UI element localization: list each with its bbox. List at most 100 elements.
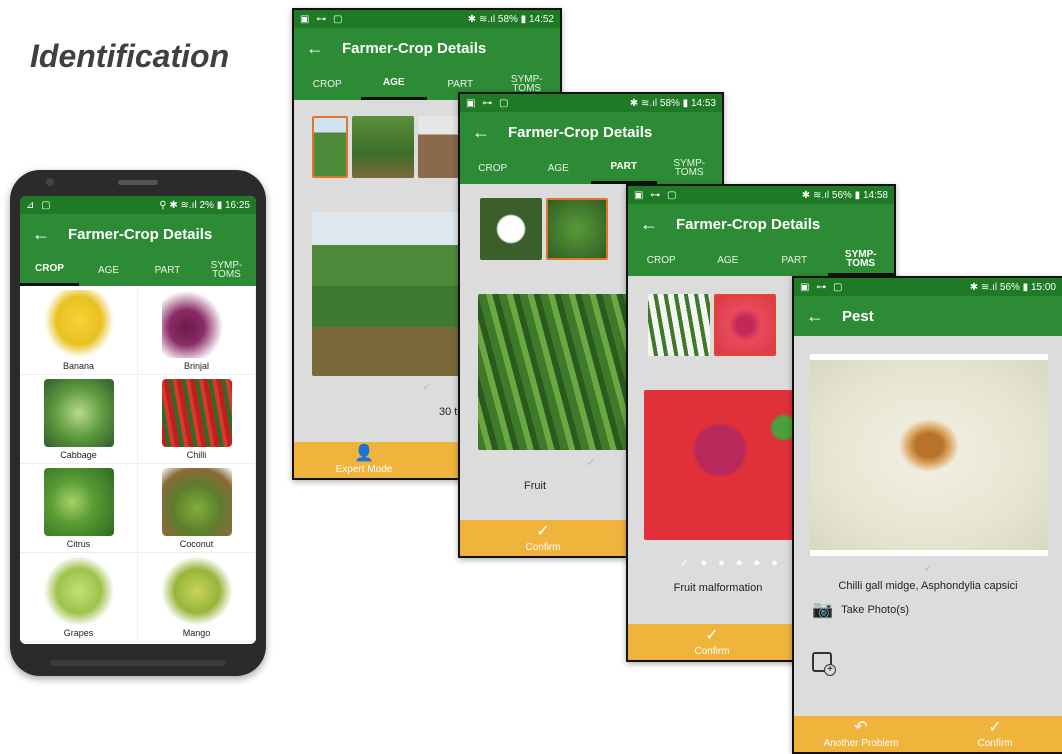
crop-selection-screen: ⊿ ▢ ⚲ ✱ ≋.ıl 2% ▮ 16:25 ← Farmer-Crop De…	[20, 196, 256, 644]
tab-age[interactable]: AGE	[695, 244, 762, 276]
status-icons-right: ✱ ≋.ıl 58% ▮ 14:52	[467, 13, 554, 25]
tab-crop[interactable]: CROP	[628, 244, 695, 276]
crop-item-chilli[interactable]: Chilli	[138, 375, 256, 464]
checkmark-icon: ✓	[988, 718, 1002, 736]
status-icons-left: ▣ ⊶ ▢	[800, 281, 845, 293]
part-caption: Fruit	[524, 480, 546, 492]
front-camera	[46, 178, 54, 186]
tab-age[interactable]: AGE	[79, 254, 138, 286]
confirm-label: Confirm	[525, 541, 561, 553]
phone-speaker	[118, 180, 158, 185]
tab-symptoms[interactable]: SYMP- TOMS	[827, 244, 894, 276]
checkmark-icon: ✓	[705, 626, 719, 644]
back-arrow-icon[interactable]: ←	[472, 122, 490, 143]
symptom-thumb-1[interactable]	[648, 294, 710, 356]
tab-part[interactable]: PART	[138, 254, 197, 286]
status-icons-right: ✱ ≋.ıl 56% ▮ 14:58	[801, 189, 888, 201]
part-thumbnails	[480, 198, 608, 260]
symptom-thumb-2[interactable]	[714, 294, 776, 356]
confirm-button[interactable]: ✓ Confirm	[928, 716, 1062, 752]
status-icons-right: ⚲ ✱ ≋.ıl 2% ▮ 16:25	[159, 199, 250, 211]
page-title: Pest	[842, 307, 874, 325]
expert-user-icon: 👤	[354, 444, 374, 462]
tab-age[interactable]: AGE	[526, 152, 592, 184]
banana-image	[43, 290, 114, 358]
crop-label: Chilli	[186, 450, 207, 460]
tab-symptoms[interactable]: SYMP- TOMS	[657, 152, 723, 184]
crop-item-brinjal[interactable]: Brinjal	[138, 286, 256, 375]
crop-item-banana[interactable]: Banana	[20, 286, 138, 375]
tab-crop[interactable]: CROP	[460, 152, 526, 184]
tab-bar: CROP AGE PART SYMP- TOMS	[20, 254, 256, 286]
symptom-thumbnails	[648, 294, 776, 356]
status-bar: ▣ ⊶ ▢ ✱ ≋.ıl 58% ▮ 14:52	[294, 10, 560, 28]
age-thumb-2[interactable]	[352, 116, 414, 178]
tab-part[interactable]: PART	[591, 152, 657, 184]
age-thumb-1[interactable]	[312, 116, 348, 178]
app-bar: ← Farmer-Crop Details	[294, 28, 560, 68]
pest-photo	[810, 354, 1048, 556]
crop-label: Coconut	[179, 539, 214, 549]
tab-crop[interactable]: CROP	[294, 68, 361, 100]
tab-part[interactable]: PART	[761, 244, 828, 276]
bottom-bar: ↶ Another Problem ✓ Confirm	[794, 716, 1062, 752]
tab-crop[interactable]: CROP	[20, 254, 79, 286]
status-bar: ▣ ⊶ ▢ ✱ ≋.ıl 56% ▮ 15:00	[794, 278, 1062, 296]
app-bar: ← Farmer-Crop Details	[460, 112, 722, 152]
crop-grid: Banana Brinjal Cabbage Chilli Citrus Coc…	[20, 286, 256, 644]
mango-image	[161, 557, 232, 625]
crop-label: Mango	[182, 628, 211, 638]
app-bar: ← Farmer-Crop Details	[20, 214, 256, 254]
crop-label: Banana	[62, 361, 95, 371]
crop-item-citrus[interactable]: Citrus	[20, 464, 138, 553]
confirm-button[interactable]: ✓ Confirm	[628, 624, 796, 660]
citrus-image	[43, 468, 114, 536]
back-arrow-icon[interactable]: ←	[32, 224, 50, 245]
crop-label: Brinjal	[183, 361, 209, 371]
page-title: Farmer-Crop Details	[676, 215, 821, 233]
another-problem-button[interactable]: ↶ Another Problem	[794, 716, 928, 752]
add-image-button[interactable]: +	[812, 652, 836, 676]
phone-screen: ⊿ ▢ ⚲ ✱ ≋.ıl 2% ▮ 16:25 ← Farmer-Crop De…	[20, 196, 256, 644]
crop-item-cabbage[interactable]: Cabbage	[20, 375, 138, 464]
phone-chin	[50, 660, 226, 666]
slide-title: Identification	[30, 38, 230, 74]
symptom-caption: Fruit malformation	[673, 582, 763, 594]
back-arrow-icon[interactable]: ←	[640, 214, 658, 235]
app-bar: ← Farmer-Crop Details	[628, 204, 894, 244]
status-icons-right: ✱ ≋.ıl 56% ▮ 15:00	[969, 281, 1056, 293]
part-thumb-fruit[interactable]	[546, 198, 608, 260]
another-problem-label: Another Problem	[823, 737, 899, 749]
tab-age[interactable]: AGE	[360, 68, 427, 100]
crop-item-grapes[interactable]: Grapes	[20, 553, 138, 642]
back-arrow-icon[interactable]: ←	[806, 306, 824, 327]
tab-symptoms[interactable]: SYMP- TOMS	[197, 254, 256, 286]
expert-mode-button[interactable]: 👤 Expert Mode	[294, 442, 434, 478]
phone-device: ⊿ ▢ ⚲ ✱ ≋.ıl 2% ▮ 16:25 ← Farmer-Crop De…	[10, 170, 266, 676]
page-title: Farmer-Crop Details	[68, 225, 213, 243]
crop-label: Grapes	[63, 628, 94, 638]
take-photo-button[interactable]: 📷 Take Photo(s)	[812, 600, 909, 620]
undo-icon: ↶	[854, 718, 868, 736]
page-title: Farmer-Crop Details	[508, 123, 653, 141]
grapes-image	[43, 557, 114, 625]
crop-item-mango[interactable]: Mango	[138, 553, 256, 642]
check-icon: ✓	[923, 563, 933, 575]
app-bar: ← Pest	[794, 296, 1062, 336]
status-icons-left: ▣ ⊶ ▢	[300, 13, 345, 25]
confirm-label: Confirm	[977, 737, 1013, 749]
status-icons-left: ⊿ ▢	[26, 199, 53, 211]
crop-item-coconut[interactable]: Coconut	[138, 464, 256, 553]
back-arrow-icon[interactable]: ←	[306, 38, 324, 59]
brinjal-image	[161, 290, 232, 358]
age-thumbnails	[312, 116, 480, 178]
part-thumb-flower[interactable]	[480, 198, 542, 260]
chilli-image	[161, 379, 232, 447]
status-icons-right: ✱ ≋.ıl 58% ▮ 14:53	[629, 97, 716, 109]
confirm-button[interactable]: ✓ Confirm	[460, 520, 626, 556]
status-icons-left: ▣ ⊶ ▢	[466, 97, 511, 109]
status-bar: ⊿ ▢ ⚲ ✱ ≋.ıl 2% ▮ 16:25	[20, 196, 256, 214]
pest-name: Chilli gall midge, Asphondylia capsici	[838, 580, 1018, 592]
status-icons-left: ▣ ⊶ ▢	[634, 189, 679, 201]
pest-screen: ▣ ⊶ ▢ ✱ ≋.ıl 56% ▮ 15:00 ← Pest ✓ Chilli…	[792, 276, 1062, 754]
